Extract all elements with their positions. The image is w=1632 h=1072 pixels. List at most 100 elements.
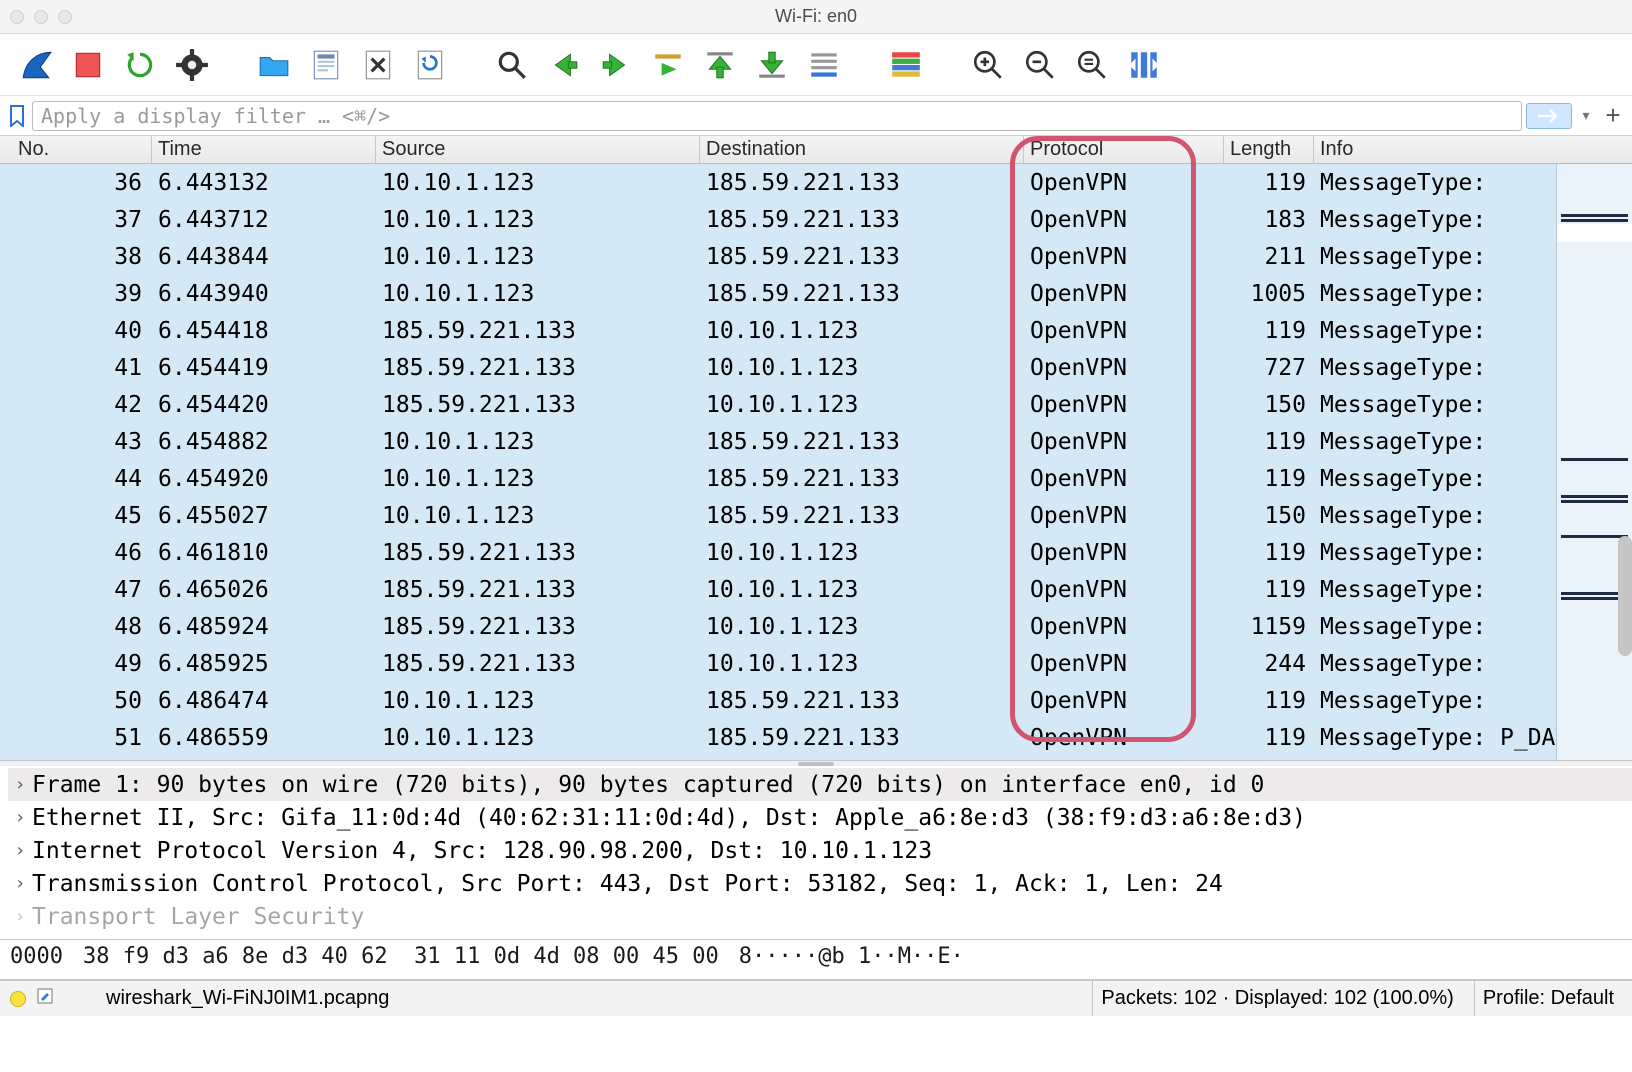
display-filter-input[interactable] bbox=[32, 101, 1522, 131]
folder-open-icon[interactable] bbox=[256, 47, 292, 83]
packet-protocol: OpenVPN bbox=[1024, 540, 1224, 566]
save-file-icon[interactable] bbox=[308, 47, 344, 83]
packet-protocol: OpenVPN bbox=[1024, 355, 1224, 381]
reload-file-icon[interactable] bbox=[412, 47, 448, 83]
expand-icon[interactable]: › bbox=[8, 807, 32, 828]
packet-protocol: OpenVPN bbox=[1024, 207, 1224, 233]
filter-history-dropdown[interactable]: ▾ bbox=[1576, 103, 1596, 129]
packet-protocol: OpenVPN bbox=[1024, 577, 1224, 603]
packet-list-header: No. Time Source Destination Protocol Len… bbox=[0, 136, 1632, 164]
packet-source: 185.59.221.133 bbox=[376, 614, 700, 640]
packet-row[interactable]: 396.44394010.10.1.123185.59.221.133OpenV… bbox=[0, 275, 1632, 312]
detail-text: Frame 1: 90 bytes on wire (720 bits), 90… bbox=[32, 772, 1264, 798]
packet-no: 42 bbox=[12, 392, 152, 418]
stop-icon[interactable] bbox=[70, 47, 106, 83]
prev-arrow-icon[interactable] bbox=[546, 47, 582, 83]
expand-icon[interactable]: › bbox=[8, 873, 32, 894]
detail-row[interactable]: › Transport Layer Security bbox=[8, 900, 1632, 933]
zoom-reset-icon[interactable] bbox=[1074, 47, 1110, 83]
packet-row[interactable]: 516.48655910.10.1.123185.59.221.133OpenV… bbox=[0, 719, 1632, 756]
packet-row[interactable]: 446.45492010.10.1.123185.59.221.133OpenV… bbox=[0, 460, 1632, 497]
packet-no: 47 bbox=[12, 577, 152, 603]
col-time[interactable]: Time bbox=[152, 136, 376, 163]
packet-length: 150 bbox=[1224, 503, 1314, 529]
profile-label[interactable]: Profile: Default bbox=[1474, 981, 1622, 1016]
packet-rows[interactable]: 366.44313210.10.1.123185.59.221.133OpenV… bbox=[0, 164, 1632, 760]
packet-minimap[interactable] bbox=[1556, 164, 1632, 760]
packet-no: 43 bbox=[12, 429, 152, 455]
expand-icon[interactable]: › bbox=[8, 774, 32, 795]
packet-row[interactable]: 426.454420185.59.221.13310.10.1.123OpenV… bbox=[0, 386, 1632, 423]
capture-filename[interactable]: wireshark_Wi-FiNJ0IM1.pcapng bbox=[106, 987, 389, 1010]
packet-time: 6.454420 bbox=[152, 392, 376, 418]
packet-row[interactable]: 486.485924185.59.221.13310.10.1.123OpenV… bbox=[0, 608, 1632, 645]
packet-length: 119 bbox=[1224, 688, 1314, 714]
packet-row[interactable]: 466.461810185.59.221.13310.10.1.123OpenV… bbox=[0, 534, 1632, 571]
packet-row[interactable]: 366.44313210.10.1.123185.59.221.133OpenV… bbox=[0, 164, 1632, 201]
packet-time: 6.485924 bbox=[152, 614, 376, 640]
packet-row[interactable]: 436.45488210.10.1.123185.59.221.133OpenV… bbox=[0, 423, 1632, 460]
packet-details[interactable]: › Frame 1: 90 bytes on wire (720 bits), … bbox=[0, 766, 1632, 940]
packet-destination: 10.10.1.123 bbox=[700, 318, 1024, 344]
colorize-icon[interactable] bbox=[888, 47, 924, 83]
packet-no: 39 bbox=[12, 281, 152, 307]
detail-row[interactable]: › Frame 1: 90 bytes on wire (720 bits), … bbox=[8, 768, 1632, 801]
packet-length: 119 bbox=[1224, 318, 1314, 344]
apply-filter-button[interactable] bbox=[1526, 103, 1572, 129]
packet-protocol: OpenVPN bbox=[1024, 429, 1224, 455]
gear-icon[interactable] bbox=[174, 47, 210, 83]
packet-row[interactable]: 416.454419185.59.221.13310.10.1.123OpenV… bbox=[0, 349, 1632, 386]
status-bar: wireshark_Wi-FiNJ0IM1.pcapng Packets: 10… bbox=[0, 980, 1632, 1016]
col-protocol[interactable]: Protocol bbox=[1024, 136, 1224, 163]
restart-icon[interactable] bbox=[122, 47, 158, 83]
close-file-icon[interactable] bbox=[360, 47, 396, 83]
expand-icon[interactable]: › bbox=[8, 840, 32, 861]
packet-protocol: OpenVPN bbox=[1024, 688, 1224, 714]
col-no[interactable]: No. bbox=[12, 136, 152, 163]
detail-row[interactable]: › Ethernet II, Src: Gifa_11:0d:4d (40:62… bbox=[8, 801, 1632, 834]
shark-fin-icon[interactable] bbox=[18, 47, 54, 83]
hex-ascii: 8·····@b 1··M··E· bbox=[739, 944, 964, 975]
packet-bytes[interactable]: 0000 38 f9 d3 a6 8e d3 40 62 31 11 0d 4d… bbox=[0, 940, 1632, 980]
expand-icon[interactable]: › bbox=[8, 906, 32, 927]
bookmark-icon[interactable] bbox=[6, 102, 28, 130]
auto-scroll-icon[interactable] bbox=[806, 47, 842, 83]
col-info[interactable]: Info bbox=[1314, 136, 1632, 163]
packet-length: 119 bbox=[1224, 170, 1314, 196]
col-length[interactable]: Length bbox=[1224, 136, 1314, 163]
detail-row[interactable]: › Internet Protocol Version 4, Src: 128.… bbox=[8, 834, 1632, 867]
go-last-icon[interactable] bbox=[754, 47, 790, 83]
go-first-icon[interactable] bbox=[702, 47, 738, 83]
packet-row[interactable]: 496.485925185.59.221.13310.10.1.123OpenV… bbox=[0, 645, 1632, 682]
packet-row[interactable]: 476.465026185.59.221.13310.10.1.123OpenV… bbox=[0, 571, 1632, 608]
zoom-out-icon[interactable] bbox=[1022, 47, 1058, 83]
packet-source: 10.10.1.123 bbox=[376, 281, 700, 307]
packet-row[interactable]: 506.48647410.10.1.123185.59.221.133OpenV… bbox=[0, 682, 1632, 719]
expert-info-icon[interactable] bbox=[10, 991, 26, 1007]
packet-no: 45 bbox=[12, 503, 152, 529]
packet-source: 10.10.1.123 bbox=[376, 207, 700, 233]
col-source[interactable]: Source bbox=[376, 136, 700, 163]
col-marker[interactable] bbox=[0, 136, 12, 163]
zoom-in-icon[interactable] bbox=[970, 47, 1006, 83]
jump-to-icon[interactable] bbox=[650, 47, 686, 83]
next-arrow-icon[interactable] bbox=[598, 47, 634, 83]
packet-row[interactable]: 406.454418185.59.221.13310.10.1.123OpenV… bbox=[0, 312, 1632, 349]
resize-columns-icon[interactable] bbox=[1126, 47, 1162, 83]
packet-time: 6.486559 bbox=[152, 725, 376, 751]
packet-length: 1159 bbox=[1224, 614, 1314, 640]
packet-row[interactable]: 376.44371210.10.1.123185.59.221.133OpenV… bbox=[0, 201, 1632, 238]
col-destination[interactable]: Destination bbox=[700, 136, 1024, 163]
packet-row[interactable]: 456.45502710.10.1.123185.59.221.133OpenV… bbox=[0, 497, 1632, 534]
find-icon[interactable] bbox=[494, 47, 530, 83]
add-filter-button[interactable]: + bbox=[1600, 100, 1626, 131]
packet-length: 119 bbox=[1224, 429, 1314, 455]
packet-protocol: OpenVPN bbox=[1024, 503, 1224, 529]
packet-time: 6.443712 bbox=[152, 207, 376, 233]
packet-source: 10.10.1.123 bbox=[376, 503, 700, 529]
packet-row[interactable]: 386.44384410.10.1.123185.59.221.133OpenV… bbox=[0, 238, 1632, 275]
scrollbar-thumb[interactable] bbox=[1618, 536, 1632, 656]
edit-capture-icon[interactable] bbox=[36, 987, 54, 1011]
packet-length: 119 bbox=[1224, 540, 1314, 566]
detail-row[interactable]: › Transmission Control Protocol, Src Por… bbox=[8, 867, 1632, 900]
